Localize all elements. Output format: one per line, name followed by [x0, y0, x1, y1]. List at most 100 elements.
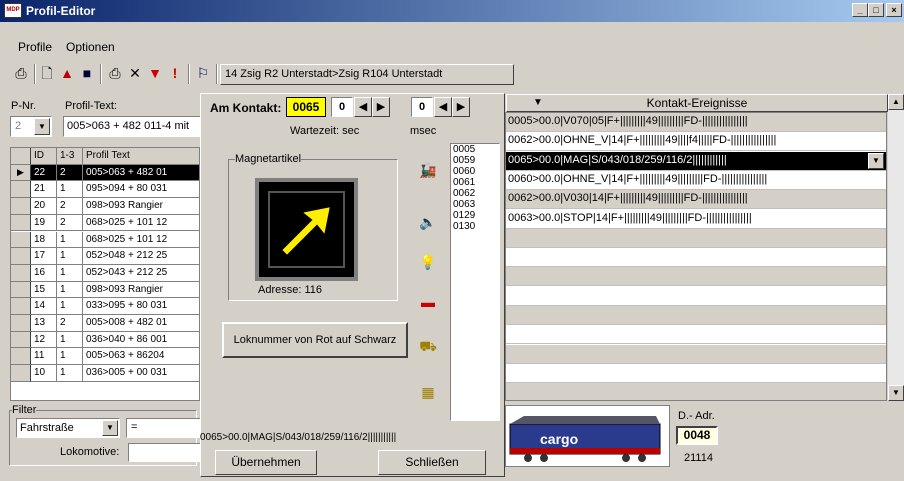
left-arrow-icon[interactable]: ◀	[354, 97, 372, 117]
table-row[interactable]: 10 1 036>005 + 00 031	[11, 365, 199, 382]
table-row[interactable]: 17 1 052>048 + 212 25	[11, 248, 199, 265]
save-icon[interactable]: ■	[78, 64, 96, 82]
row-header[interactable]	[11, 365, 31, 382]
scroll-down-icon[interactable]: ▼	[888, 385, 904, 401]
maximize-button[interactable]: □	[868, 3, 884, 17]
cab-icon[interactable]: ⛟	[416, 334, 440, 358]
lamp-icon[interactable]: 💡	[416, 250, 440, 274]
schliessen-button[interactable]: Schließen	[378, 450, 486, 475]
event-row[interactable]	[506, 228, 886, 248]
magnet-arrow-icon[interactable]	[255, 178, 358, 281]
menu-profile[interactable]: Profile	[18, 40, 52, 54]
table-row[interactable]: 20 2 098>093 Rangier	[11, 198, 199, 215]
event-row[interactable]: 0063>00.0|STOP|14|F+|||||||||49|||||||||…	[506, 210, 886, 229]
grid-icon[interactable]: ▦	[416, 380, 440, 404]
print-icon[interactable]: ⎙	[106, 64, 124, 82]
event-row[interactable]: 0060>00.0|OHNE_V|14|F+|||||||||49|||||||…	[506, 171, 886, 190]
profil-text-field[interactable]: 005>063 + 482 011-4 mit	[63, 116, 203, 137]
right-arrow-icon[interactable]: ▶	[452, 97, 470, 117]
table-row[interactable]: 11 1 005>063 + 86204	[11, 348, 199, 366]
list-item[interactable]: 0062	[453, 188, 499, 199]
locomotive-icon[interactable]: 🚂	[416, 158, 440, 182]
network-icon[interactable]: ⚐	[194, 64, 212, 82]
pnr-select[interactable]: 2 ▼	[10, 116, 52, 137]
scroll-up-icon[interactable]: ▲	[888, 94, 904, 110]
row-header[interactable]	[11, 231, 31, 249]
delete-icon[interactable]: ✕	[126, 64, 144, 82]
sort-down-icon[interactable]: ▼	[533, 95, 543, 111]
event-row[interactable]	[506, 383, 886, 400]
event-row[interactable]	[506, 364, 886, 383]
event-row[interactable]	[506, 287, 886, 306]
chevron-down-icon[interactable]: ▼	[34, 118, 50, 135]
row-header[interactable]	[11, 348, 31, 366]
lok-number-button[interactable]: Loknummer von Rot auf Schwarz	[222, 322, 408, 358]
event-row[interactable]: 0005>00.0|V070|05|F+|||||||||49|||||||||…	[506, 113, 886, 132]
uebernehmen-button[interactable]: Übernehmen	[215, 450, 317, 475]
event-row[interactable]	[506, 267, 886, 287]
table-row[interactable]: 21 1 095>094 + 80 031	[11, 181, 199, 199]
events-list[interactable]: 0005>00.0|V070|05|F+|||||||||49|||||||||…	[505, 112, 887, 401]
row-header[interactable]	[11, 264, 31, 282]
event-row[interactable]: 0065>00.0|MAG|S/043/018/259/116/2|||||||…	[506, 151, 886, 171]
col-id[interactable]: ID	[31, 148, 57, 165]
alert-icon[interactable]: !	[166, 64, 184, 82]
signal-icon[interactable]: ▬	[416, 290, 440, 314]
table-row[interactable]: 15 1 098>093 Rangier	[11, 281, 199, 299]
close-button[interactable]: ×	[886, 3, 902, 17]
list-item[interactable]: 0060	[453, 166, 499, 177]
event-row[interactable]: 0062>00.0|V030|14|F+|||||||||49|||||||||…	[506, 190, 886, 210]
row-header[interactable]	[11, 198, 31, 215]
right-arrow-icon[interactable]: ▶	[372, 97, 390, 117]
table-row[interactable]: 12 1 036>040 + 86 001	[11, 331, 199, 349]
filter-select[interactable]: Fahrstraße ▼	[16, 418, 120, 438]
event-row[interactable]	[506, 344, 886, 364]
row-header[interactable]	[11, 298, 31, 315]
list-item[interactable]: 0129	[453, 210, 499, 221]
event-row[interactable]: 0062>00.0|OHNE_V|14|F+|||||||||49||||f4|…	[506, 132, 886, 152]
lokomotive-field[interactable]	[128, 443, 202, 462]
kontakt-value[interactable]: 0065	[286, 97, 326, 117]
horn-icon[interactable]: 🔈	[416, 210, 440, 234]
col-profil-text[interactable]: Profil Text	[83, 148, 199, 165]
event-row[interactable]	[506, 248, 886, 268]
chevron-down-icon[interactable]: ▼	[868, 152, 884, 169]
table-row[interactable]: 18 1 068>025 + 101 12	[11, 231, 199, 249]
chevron-down-icon[interactable]: ▼	[102, 420, 118, 436]
row-header[interactable]	[11, 248, 31, 265]
new-document-icon[interactable]: 🗋	[38, 64, 56, 82]
event-row[interactable]	[506, 325, 886, 345]
event-row[interactable]	[506, 306, 886, 325]
left-arrow-icon[interactable]: ◀	[434, 97, 452, 117]
row-header[interactable]	[11, 281, 31, 299]
table-row[interactable]: 14 1 033>095 + 80 031	[11, 298, 199, 315]
cell-n: 2	[57, 198, 83, 215]
minimize-button[interactable]: _	[852, 3, 868, 17]
list-item[interactable]: 0059	[453, 155, 499, 166]
wait-msec-field[interactable]: 0	[411, 97, 433, 117]
menu-optionen[interactable]: Optionen	[66, 40, 115, 54]
kontakt-ereignisse-header[interactable]: ▼ Kontakt-Ereignisse	[506, 94, 888, 112]
table-row[interactable]: 19 2 068>025 + 101 12	[11, 214, 199, 232]
wait-sec-field[interactable]: 0	[331, 97, 353, 117]
list-item[interactable]: 0130	[453, 221, 499, 232]
row-pointer-icon[interactable]: ▶	[11, 164, 31, 182]
refresh-icon[interactable]: ⎙	[12, 64, 30, 82]
row-header[interactable]	[11, 315, 31, 332]
row-header[interactable]	[11, 181, 31, 199]
col-n[interactable]: 1-3	[57, 148, 83, 165]
list-item[interactable]: 0005	[453, 144, 499, 155]
d-adr-value[interactable]: 0048	[676, 426, 718, 445]
filter-operator[interactable]: =	[126, 418, 202, 438]
table-row[interactable]: 13 2 005>008 + 482 01	[11, 315, 199, 332]
row-header[interactable]	[11, 331, 31, 349]
table-row[interactable]: ▶ 22 2 005>063 + 482 01	[11, 164, 199, 182]
list-item[interactable]: 0061	[453, 177, 499, 188]
events-scrollbar[interactable]: ▲ ▼	[888, 94, 904, 401]
open-icon[interactable]: ▲	[58, 64, 76, 82]
filter-icon[interactable]: ▼	[146, 64, 164, 82]
table-row[interactable]: 16 1 052>043 + 212 25	[11, 264, 199, 282]
contact-list[interactable]: 0005 0059 0060 0061 0062 0063 0129 0130	[450, 143, 500, 421]
list-item[interactable]: 0063	[453, 199, 499, 210]
row-header[interactable]	[11, 214, 31, 232]
